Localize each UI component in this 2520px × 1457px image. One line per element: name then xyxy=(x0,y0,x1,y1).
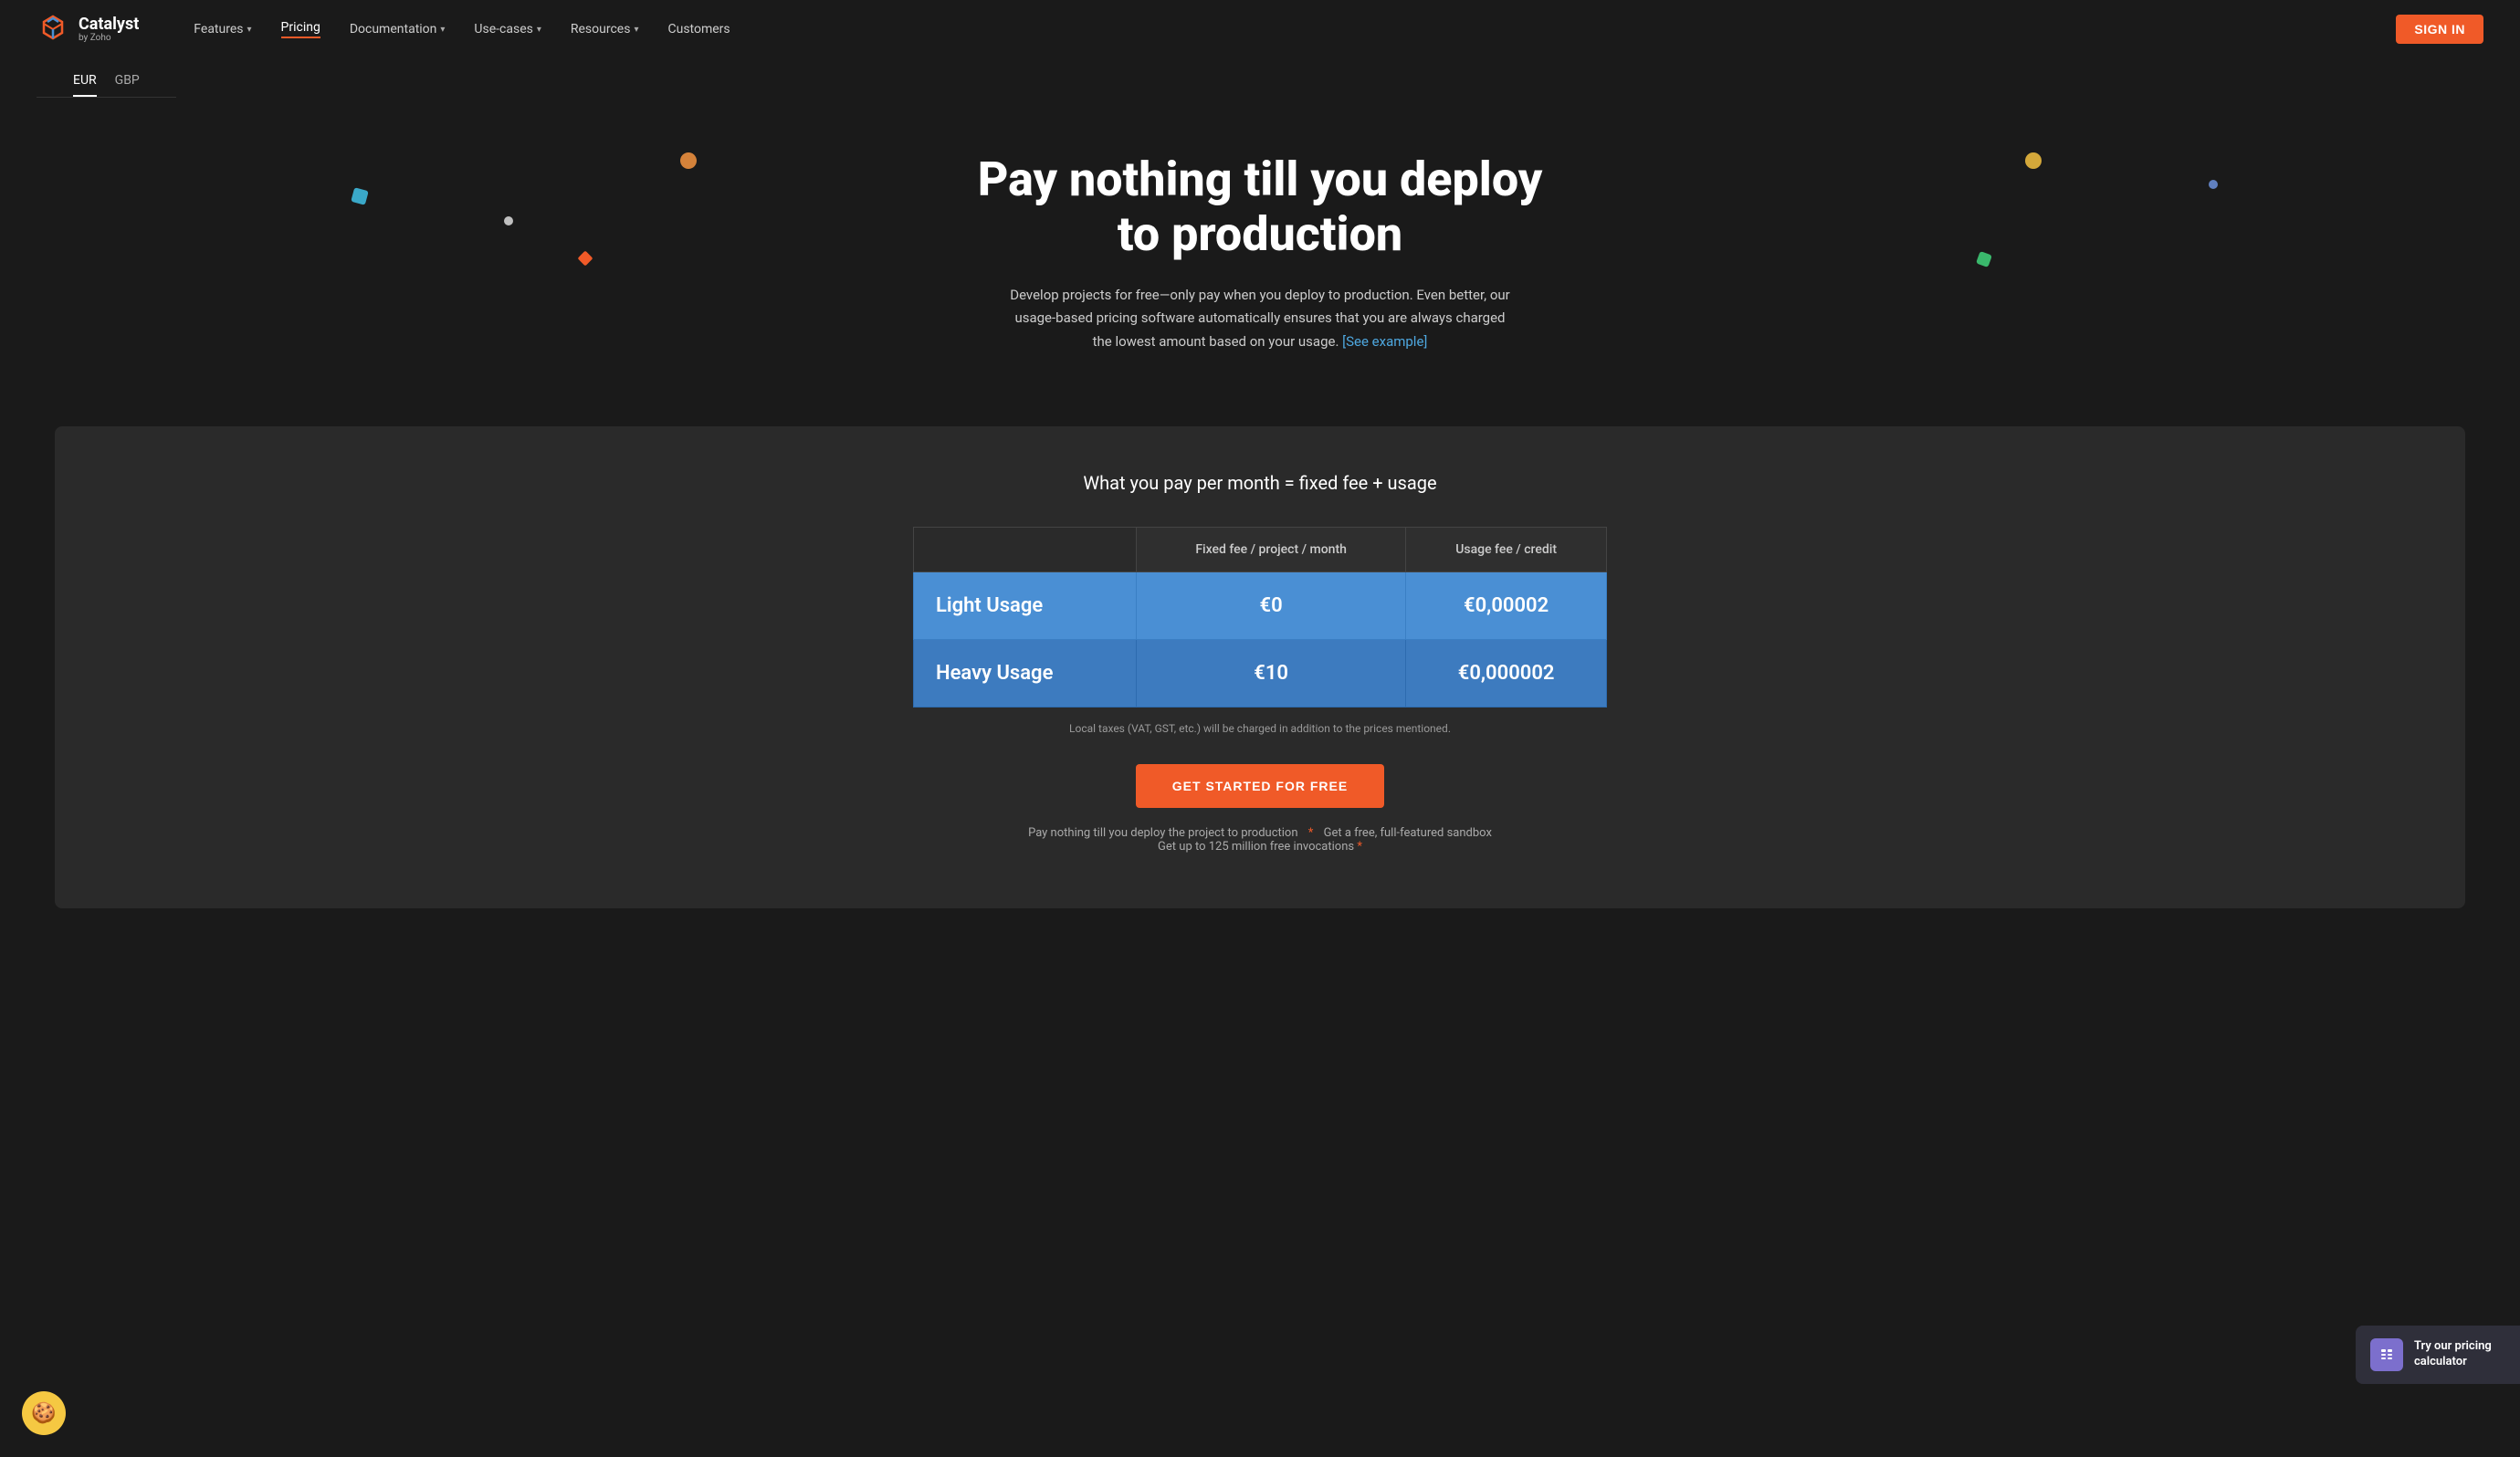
deco-shape-2 xyxy=(352,187,370,205)
table-header-row: Fixed fee / project / month Usage fee / … xyxy=(914,528,1607,572)
pricing-formula: What you pay per month = fixed fee + usa… xyxy=(110,472,2410,494)
tax-note: Local taxes (VAT, GST, etc.) will be cha… xyxy=(110,722,2410,735)
nav-documentation[interactable]: Documentation ▾ xyxy=(350,22,446,37)
hero-description: Develop projects for free—only pay when … xyxy=(1004,284,1516,354)
deco-shape-5 xyxy=(2025,152,2042,169)
deco-shape-4 xyxy=(577,251,593,267)
col-header-fixed-fee: Fixed fee / project / month xyxy=(1137,528,1406,572)
chevron-down-icon: ▾ xyxy=(247,25,252,35)
red-star: * xyxy=(1357,840,1362,854)
currency-tab-gbp[interactable]: GBP xyxy=(115,73,140,97)
get-started-button[interactable]: GET STARTED FOR FREE xyxy=(1136,764,1384,808)
heavy-usage-fixed-fee: €10 xyxy=(1137,640,1406,708)
light-usage-fee: €0,00002 xyxy=(1406,572,1607,640)
nav-links: Features ▾ Pricing Documentation ▾ Use-c… xyxy=(194,20,2396,38)
calc-widget-label: Try our pricing calculator xyxy=(2414,1339,2505,1370)
currency-tabs: EUR GBP xyxy=(37,58,176,98)
cookie-button[interactable]: 🍪 xyxy=(22,1391,66,1435)
pricing-section: What you pay per month = fixed fee + usa… xyxy=(55,426,2465,908)
heavy-usage-fee: €0,000002 xyxy=(1406,640,1607,708)
nav-pricing[interactable]: Pricing xyxy=(281,20,320,38)
chevron-down-icon: ▾ xyxy=(634,25,638,35)
nav-use-cases[interactable]: Use-cases ▾ xyxy=(474,22,541,37)
navbar: Catalyst by Zoho Features ▾ Pricing Docu… xyxy=(0,0,2520,58)
deco-shape-7 xyxy=(1976,251,1992,267)
bullet-1: * xyxy=(1308,826,1314,840)
deco-shape-3 xyxy=(504,216,513,225)
logo[interactable]: Catalyst by Zoho xyxy=(37,13,139,46)
logo-sub: by Zoho xyxy=(79,33,139,43)
footer-notes: Pay nothing till you deploy the project … xyxy=(110,826,2410,854)
currency-tab-eur[interactable]: EUR xyxy=(73,73,97,97)
light-usage-label: Light Usage xyxy=(914,572,1137,640)
nav-resources[interactable]: Resources ▾ xyxy=(571,22,639,37)
cookie-icon: 🍪 xyxy=(31,1401,56,1425)
pricing-table: Fixed fee / project / month Usage fee / … xyxy=(913,527,1607,708)
col-header-empty xyxy=(914,528,1137,572)
nav-customers[interactable]: Customers xyxy=(667,22,730,37)
nav-right: SIGN IN xyxy=(2396,15,2483,44)
see-example-link[interactable]: [See example] xyxy=(1342,333,1427,350)
logo-icon xyxy=(37,13,69,46)
nav-features[interactable]: Features ▾ xyxy=(194,22,251,37)
deco-shape-6 xyxy=(2209,180,2218,189)
col-header-usage-fee: Usage fee / credit xyxy=(1406,528,1607,572)
logo-name: Catalyst xyxy=(79,16,139,34)
hero-section: Pay nothing till you deploy to productio… xyxy=(0,98,2520,426)
table-row-light: Light Usage €0 €0,00002 xyxy=(914,572,1607,640)
logo-text: Catalyst by Zoho xyxy=(79,16,139,44)
hero-heading: Pay nothing till you deploy to productio… xyxy=(940,152,1580,262)
deco-shape-1 xyxy=(678,150,699,171)
signin-button[interactable]: SIGN IN xyxy=(2396,15,2483,44)
table-row-heavy: Heavy Usage €10 €0,000002 xyxy=(914,640,1607,708)
heavy-usage-label: Heavy Usage xyxy=(914,640,1137,708)
chevron-down-icon: ▾ xyxy=(537,25,541,35)
calculator-icon xyxy=(2370,1338,2403,1371)
pricing-calculator-widget[interactable]: Try our pricing calculator xyxy=(2356,1326,2520,1384)
light-usage-fixed-fee: €0 xyxy=(1137,572,1406,640)
chevron-down-icon: ▾ xyxy=(440,25,445,35)
